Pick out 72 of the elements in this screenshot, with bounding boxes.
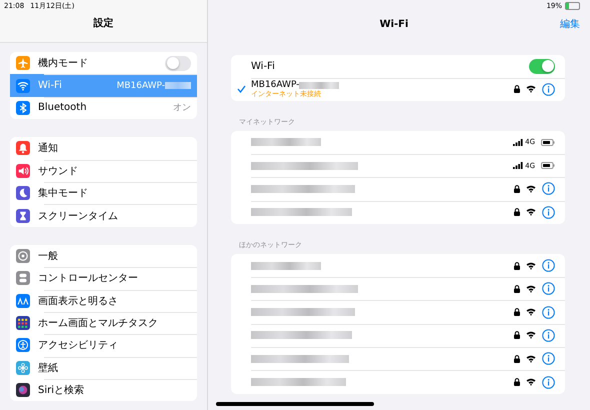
sidebar-label: サウンド bbox=[38, 164, 79, 178]
wifi-signal-icon bbox=[526, 85, 536, 94]
sidebar-label: アクセシビリティ bbox=[38, 339, 119, 352]
sidebar-item[interactable]: 画面表示と明るさ bbox=[10, 290, 197, 312]
info-button[interactable] bbox=[542, 206, 555, 219]
sidebar-item[interactable]: 通知 bbox=[10, 137, 197, 160]
lock-icon bbox=[514, 284, 520, 293]
info-button[interactable] bbox=[542, 82, 555, 96]
sidebar-label: 通知 bbox=[38, 142, 59, 156]
sidebar-label: スクリーンタイム bbox=[38, 210, 119, 223]
lock-icon bbox=[514, 308, 520, 316]
info-button[interactable] bbox=[542, 352, 555, 366]
wifi-signal-icon bbox=[526, 284, 536, 293]
toggle-switch[interactable] bbox=[165, 56, 191, 71]
wifi-signal-icon bbox=[526, 378, 536, 386]
info-button[interactable] bbox=[542, 306, 555, 319]
blurred-text bbox=[251, 262, 321, 270]
setting-value: MB16AWP- bbox=[116, 80, 165, 91]
wifi-signal-icon bbox=[526, 354, 536, 363]
cellular-signal-icon bbox=[513, 162, 524, 170]
info-button[interactable] bbox=[542, 282, 555, 296]
sidebar-item[interactable]: Bluetooth オン bbox=[10, 96, 197, 120]
page-title: Wi-Fi bbox=[378, 18, 410, 30]
sidebar-label: Siriと検索 bbox=[38, 384, 86, 398]
info-button[interactable] bbox=[542, 182, 555, 196]
sidebar-title: 設定 bbox=[94, 16, 114, 31]
battery-icon bbox=[565, 2, 580, 10]
wifi-signal-icon bbox=[526, 208, 536, 216]
toggle-switch[interactable] bbox=[529, 58, 555, 74]
lock-icon bbox=[514, 85, 520, 94]
edit-link[interactable]: 編集 bbox=[560, 17, 580, 31]
wifi-signal-icon bbox=[526, 184, 536, 193]
info-button[interactable] bbox=[542, 259, 555, 272]
sidebar-item[interactable]: サウンド bbox=[10, 160, 197, 182]
lock-icon bbox=[514, 208, 520, 216]
lock-icon bbox=[514, 354, 520, 363]
sidebar-item[interactable]: 集中モード bbox=[10, 182, 197, 204]
sidebar-label: ホーム画面とマルチタスク bbox=[38, 317, 159, 330]
lock-icon bbox=[514, 378, 520, 386]
wifi-signal-icon bbox=[526, 331, 536, 340]
cellular-signal-icon bbox=[513, 138, 524, 146]
battery-icon bbox=[541, 138, 555, 146]
sidebar-label: 画面表示と明るさ bbox=[38, 294, 119, 308]
blurred-text bbox=[299, 82, 340, 89]
lock-icon bbox=[514, 331, 520, 340]
setting-value: オン bbox=[173, 102, 191, 114]
sidebar-label: 集中モード bbox=[38, 186, 89, 200]
lock-icon bbox=[514, 262, 520, 270]
sidebar-item[interactable]: 機内モード bbox=[10, 52, 197, 74]
sidebar-label: 機内モード bbox=[38, 56, 89, 70]
sidebar-item[interactable]: スクリーンタイム bbox=[10, 204, 197, 227]
sidebar-item[interactable]: アクセシビリティ bbox=[10, 334, 197, 357]
sidebar-item[interactable]: コントロールセンター bbox=[10, 267, 197, 290]
sidebar-label: 壁紙 bbox=[38, 362, 59, 375]
info-button[interactable] bbox=[542, 376, 555, 388]
blurred-text bbox=[251, 138, 321, 146]
wifi-signal-icon bbox=[526, 308, 536, 316]
sidebar-item[interactable]: 壁紙 bbox=[10, 356, 197, 380]
sidebar-label: Wi-Fi bbox=[38, 80, 63, 92]
battery-icon bbox=[541, 162, 555, 170]
network-name: MB16AWP- bbox=[251, 80, 300, 90]
wifi-signal-icon bbox=[526, 262, 536, 270]
sidebar-label: Bluetooth bbox=[38, 102, 88, 114]
sidebar-label: 一般 bbox=[38, 250, 59, 263]
lock-icon bbox=[514, 184, 520, 193]
sidebar-item[interactable]: ホーム画面とマルチタスク bbox=[10, 312, 197, 334]
sidebar-item[interactable]: Siriと検索 bbox=[10, 379, 197, 402]
info-button[interactable] bbox=[542, 328, 555, 342]
wifi-label: Wi-Fi bbox=[251, 60, 276, 72]
sidebar-label: コントロールセンター bbox=[38, 272, 139, 286]
sidebar-item[interactable]: 一般 bbox=[10, 244, 197, 268]
blurred-text bbox=[165, 82, 191, 90]
